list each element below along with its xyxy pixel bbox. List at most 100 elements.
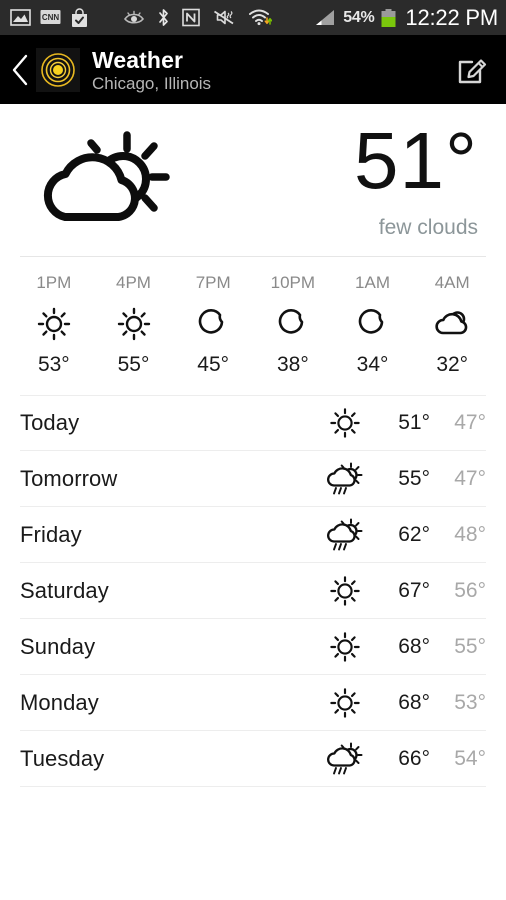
- status-bar-right-cluster: 54% 12:22 PM: [313, 5, 498, 31]
- sun-icon: [37, 307, 71, 341]
- battery-icon: [381, 8, 396, 27]
- hourly-item[interactable]: 10PM 38°: [253, 273, 333, 377]
- day-label: Saturday: [20, 577, 109, 603]
- bluetooth-icon: [159, 9, 168, 26]
- day-label: Monday: [20, 689, 99, 715]
- current-weather-icon-wrap: [8, 125, 208, 235]
- hour-time: 1AM: [355, 273, 390, 292]
- moon-icon: [198, 309, 224, 334]
- rain-sun-cloud-icon: [327, 518, 363, 550]
- day-label: Today: [20, 410, 80, 435]
- daily-row-tuesday[interactable]: Tuesday 66° 54°: [20, 731, 486, 787]
- action-bar-titles: Weather Chicago, Illinois: [92, 47, 211, 94]
- day-icon-wrap: [322, 462, 368, 496]
- sun-icon: [330, 408, 360, 438]
- day-high-temp: 67°: [398, 578, 430, 602]
- hour-icon-wrap: [434, 307, 470, 341]
- day-icon-wrap: [322, 407, 368, 439]
- hour-time: 1PM: [36, 273, 72, 292]
- day-label: Friday: [20, 521, 82, 547]
- day-low-temp: 56°: [454, 578, 486, 602]
- hourly-forecast-row: 1PM 53° 4PM 55° 7PM 45° 10PM 38° 1AM 34°…: [0, 257, 506, 387]
- current-description: few clouds: [378, 216, 478, 239]
- day-high-temp: 55°: [398, 466, 430, 490]
- day-high-temp: 68°: [398, 690, 430, 714]
- hourly-item[interactable]: 1PM 53°: [14, 273, 94, 377]
- hour-icon-wrap: [117, 307, 151, 341]
- day-low-temp: 55°: [454, 634, 486, 658]
- hour-icon-wrap: [198, 307, 228, 341]
- hour-temperature: 34°: [356, 353, 389, 376]
- sun-behind-cloud-icon: [43, 131, 170, 221]
- day-label: Tomorrow: [20, 465, 118, 491]
- day-high-temp: 62°: [398, 522, 430, 546]
- sun-icon: [330, 631, 360, 662]
- hourly-item[interactable]: 1AM 34°: [333, 273, 413, 377]
- hour-time: 7PM: [195, 273, 231, 292]
- daily-row-monday[interactable]: Monday 68° 53°: [20, 675, 486, 731]
- hour-icon-wrap: [358, 307, 388, 341]
- hour-icon-wrap: [37, 307, 71, 341]
- hour-time: 4PM: [116, 273, 151, 292]
- vibrate-mute-icon: [214, 10, 234, 25]
- day-low-temp: 53°: [454, 690, 486, 714]
- daily-row-friday[interactable]: Friday 62° 48°: [20, 507, 486, 563]
- day-high-temp: 66°: [398, 746, 430, 770]
- rain-sun-cloud-icon: [327, 742, 363, 774]
- cnn-icon: CNN: [40, 10, 61, 24]
- day-low-temp: 47°: [454, 466, 486, 490]
- hour-temperature: 38°: [276, 353, 309, 376]
- hourly-item[interactable]: 4AM 32°: [412, 273, 492, 377]
- daily-row-today[interactable]: Today 51° 47°: [20, 395, 486, 451]
- status-bar-notification-icons: CNN: [10, 7, 89, 28]
- day-icon-wrap: [322, 742, 368, 776]
- daily-row-saturday[interactable]: Saturday 67° 56°: [20, 563, 486, 619]
- sun-icon: [330, 687, 360, 718]
- wifi-icon: [249, 9, 272, 26]
- hourly-item[interactable]: 7PM 45°: [173, 273, 253, 377]
- current-readout: 51° few clouds: [354, 120, 486, 240]
- cloud-icon: [435, 311, 468, 335]
- current-conditions: 51° few clouds: [0, 104, 506, 256]
- day-icon-wrap: [322, 518, 368, 552]
- day-low-temp: 47°: [454, 411, 486, 434]
- current-temperature: 51°: [354, 116, 478, 205]
- action-bar: Weather Chicago, Illinois: [0, 36, 506, 104]
- nfc-icon: [182, 8, 200, 27]
- hour-temperature: 55°: [117, 353, 150, 376]
- sun-icon: [117, 307, 150, 341]
- play-store-bag-icon: [72, 7, 87, 27]
- day-high-temp: 68°: [398, 634, 430, 658]
- moon-icon: [358, 309, 383, 334]
- day-label: Sunday: [20, 633, 96, 659]
- day-high-temp: 51°: [398, 411, 430, 434]
- hour-temperature: 32°: [436, 353, 469, 376]
- edit-icon[interactable]: [452, 50, 492, 90]
- day-low-temp: 54°: [454, 746, 486, 770]
- hour-icon-wrap: [278, 307, 308, 341]
- status-bar: CNN 54% 12:22 PM: [0, 0, 506, 36]
- day-low-temp: 48°: [454, 522, 486, 546]
- gallery-icon: [10, 9, 31, 26]
- battery-percent-label: 54%: [343, 8, 375, 26]
- hour-temperature: 45°: [197, 353, 230, 376]
- status-bar-system-icons: [123, 8, 272, 27]
- moon-icon: [278, 309, 304, 334]
- day-icon-wrap: [322, 575, 368, 607]
- hour-temperature: 53°: [37, 353, 70, 376]
- cellular-signal-icon: [316, 9, 335, 25]
- daily-row-sunday[interactable]: Sunday 68° 55°: [20, 619, 486, 675]
- day-label: Tuesday: [20, 745, 105, 771]
- daily-forecast-list: Today 51° 47° Tomorrow 55° 47° Friday 62…: [0, 395, 506, 787]
- svg-text:CNN: CNN: [42, 13, 60, 22]
- smart-stay-eye-icon: [124, 10, 144, 24]
- hourly-item[interactable]: 4PM 55°: [94, 273, 174, 377]
- day-icon-wrap: [322, 687, 368, 719]
- daily-row-tomorrow[interactable]: Tomorrow 55° 47°: [20, 451, 486, 507]
- hour-time: 4AM: [434, 273, 470, 292]
- day-icon-wrap: [322, 631, 368, 663]
- rain-sun-cloud-icon: [327, 462, 363, 494]
- hour-time: 10PM: [270, 273, 316, 292]
- back-button[interactable]: [8, 50, 34, 90]
- weather-app-screen: CNN 54% 12:22 PM Weather Chicago, Illino…: [0, 0, 506, 900]
